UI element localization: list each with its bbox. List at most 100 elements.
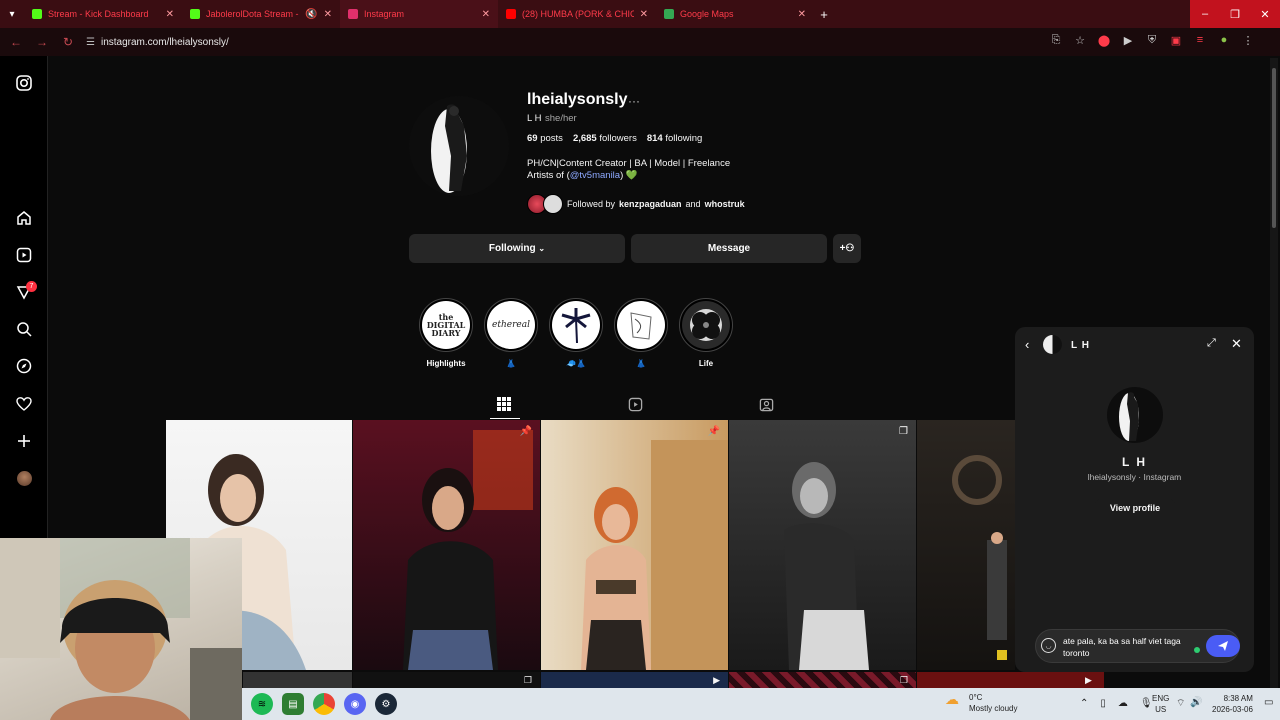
shield-icon[interactable]: ⛨ — [1144, 34, 1160, 50]
highlight-label: Highlights — [426, 359, 466, 368]
forward-icon[interactable]: → — [34, 35, 50, 49]
new-tab-button[interactable]: + — [814, 4, 834, 24]
home-icon[interactable] — [14, 208, 34, 228]
close-icon[interactable]: ✕ — [798, 9, 806, 20]
reels-icon[interactable] — [14, 245, 34, 265]
posts-grid-tab[interactable] — [496, 396, 512, 412]
suggest-people-button[interactable]: +⚇ — [833, 234, 861, 263]
close-icon[interactable]: ✕ — [166, 9, 174, 20]
maximize-button[interactable]: ❐ — [1220, 0, 1250, 28]
app-icon[interactable]: ▤ — [282, 693, 304, 715]
profile-icon[interactable]: ● — [1216, 34, 1232, 50]
steam-icon[interactable]: ⚙ — [375, 693, 397, 715]
active-tab-indicator — [490, 418, 520, 419]
tagged-tab[interactable] — [758, 396, 774, 412]
discord-icon[interactable]: ◉ — [344, 693, 366, 715]
close-icon[interactable]: ✕ — [640, 9, 648, 20]
story-highlight[interactable]: Life — [679, 298, 733, 368]
lang-secondary: US — [1155, 705, 1167, 714]
reels-tab[interactable] — [627, 396, 643, 412]
post-thumbnail[interactable]: 📌 — [353, 420, 540, 670]
story-highlight[interactable]: the DIGITAL DIARY Highlights — [419, 298, 473, 368]
mute-icon[interactable]: 🔇 — [305, 9, 317, 20]
notifications-icon[interactable]: ▭ — [1264, 697, 1273, 708]
chat-profile-avatar[interactable] — [1107, 387, 1163, 443]
spotify-icon[interactable]: ≋ — [251, 693, 273, 715]
following-label: following — [665, 133, 703, 144]
send-icon — [1218, 641, 1228, 651]
wifi-icon[interactable]: ⌔ — [1176, 697, 1185, 710]
send-button[interactable] — [1206, 635, 1240, 657]
highlight-cover: the DIGITAL DIARY — [419, 298, 473, 352]
windows-taskbar: ≋ ▤ ◉ ⚙ ☁ 0°C Mostly cloudy ⌃ ▯ ☁ 🎙 ENG … — [242, 688, 1280, 720]
extension-icon[interactable]: ▣ — [1168, 34, 1184, 50]
story-highlight[interactable]: ethereal 👗 — [484, 298, 538, 368]
webcam-overlay — [0, 538, 242, 720]
reload-icon[interactable]: ↻ — [60, 35, 76, 49]
post-thumbnail[interactable]: 📌 — [541, 420, 728, 670]
post-thumbnail[interactable] — [917, 420, 1015, 670]
language-indicator[interactable]: ENG US — [1152, 693, 1169, 715]
extensions-menu-icon[interactable]: ≡ — [1192, 34, 1208, 50]
bookmark-star-icon[interactable]: ☆ — [1072, 34, 1088, 50]
volume-icon[interactable]: 🔊 — [1190, 697, 1202, 708]
emoji-icon[interactable]: ◡ — [1041, 638, 1056, 653]
window-controls: – ❐ ✕ — [1190, 0, 1280, 28]
profile-name: L H — [527, 113, 542, 124]
close-icon[interactable]: ✕ — [482, 9, 490, 20]
weather-icon: ☁ — [945, 691, 959, 707]
message-button[interactable]: Message — [631, 234, 827, 263]
followers-stat[interactable]: 2,685 followers — [573, 133, 637, 144]
browser-tab[interactable]: Google Maps ✕ — [656, 0, 814, 28]
close-icon[interactable]: ✕ — [324, 9, 332, 20]
usb-icon[interactable]: ▯ — [1100, 698, 1106, 709]
page-scrollbar[interactable] — [1270, 58, 1278, 688]
close-icon[interactable]: ✕ — [1231, 336, 1242, 352]
browser-tab[interactable]: Stream - Kick Dashboard ✕ — [24, 0, 182, 28]
followed-by[interactable]: Followed by kenzpagaduan and whostruk — [527, 194, 745, 214]
story-highlight[interactable]: 👗 — [614, 298, 668, 368]
heart-icon[interactable] — [14, 394, 34, 414]
chat-avatar[interactable] — [1043, 335, 1062, 354]
clock[interactable]: 8:38 AM 2026-03-06 — [1212, 693, 1253, 715]
cloud-icon[interactable]: ☁ — [1118, 698, 1128, 709]
following-button[interactable]: Following ⌄ — [409, 234, 625, 263]
site-info-icon[interactable]: ☰ — [86, 37, 95, 48]
minimize-button[interactable]: – — [1190, 0, 1220, 28]
close-window-button[interactable]: ✕ — [1250, 0, 1280, 28]
instagram-logo-icon[interactable] — [14, 73, 34, 93]
bio-mention-link[interactable]: @tv5manila — [570, 170, 620, 181]
tab-search-icon[interactable]: ▾ — [0, 0, 24, 28]
browser-tab-active[interactable]: Instagram ✕ — [340, 0, 498, 28]
lang-primary: ENG — [1152, 694, 1170, 703]
create-icon[interactable] — [14, 431, 34, 451]
chevron-up-icon[interactable]: ⌃ — [1080, 698, 1088, 709]
expand-icon[interactable]: ⤢ — [1207, 337, 1216, 350]
browser-menu-icon[interactable]: ⋮ — [1240, 34, 1256, 50]
profile-avatar-icon[interactable] — [14, 468, 34, 488]
weather-widget[interactable]: ☁ 0°C Mostly cloudy — [945, 692, 1017, 714]
highlight-label: 🧢👗 — [566, 359, 586, 368]
back-icon[interactable]: ← — [8, 35, 24, 49]
url-field[interactable]: ☰ instagram.com/lheialysonsly/ — [86, 37, 1086, 48]
tab-title: JabolerolDota Stream - We — [206, 9, 299, 19]
extension-icon[interactable]: ⬤ — [1096, 34, 1112, 50]
story-highlight[interactable]: 🧢👗 — [549, 298, 603, 368]
more-options-icon[interactable]: ··· — [628, 94, 640, 108]
view-profile-button[interactable]: View profile — [1095, 499, 1175, 516]
post-thumbnail[interactable]: ❐ — [729, 420, 916, 670]
browser-tab[interactable]: JabolerolDota Stream - We 🔇 ✕ — [182, 0, 340, 28]
explore-icon[interactable] — [14, 356, 34, 376]
following-stat[interactable]: 814 following — [647, 133, 702, 144]
play-icon[interactable]: ▶ — [1120, 34, 1136, 50]
chrome-icon[interactable] — [313, 693, 335, 715]
browser-tab[interactable]: (28) HUMBA (PORK & CHICK ✕ — [498, 0, 656, 28]
profile-username: lheialysonsly — [527, 91, 628, 108]
profile-avatar[interactable] — [409, 96, 509, 196]
back-chevron-icon[interactable]: ‹ — [1025, 337, 1029, 352]
mic-icon[interactable]: 🎙 — [1140, 698, 1153, 709]
scrollbar-thumb[interactable] — [1272, 68, 1276, 228]
install-app-icon[interactable]: ⎘ — [1048, 34, 1064, 50]
highlight-label: Life — [698, 359, 714, 368]
search-icon[interactable] — [14, 319, 34, 339]
